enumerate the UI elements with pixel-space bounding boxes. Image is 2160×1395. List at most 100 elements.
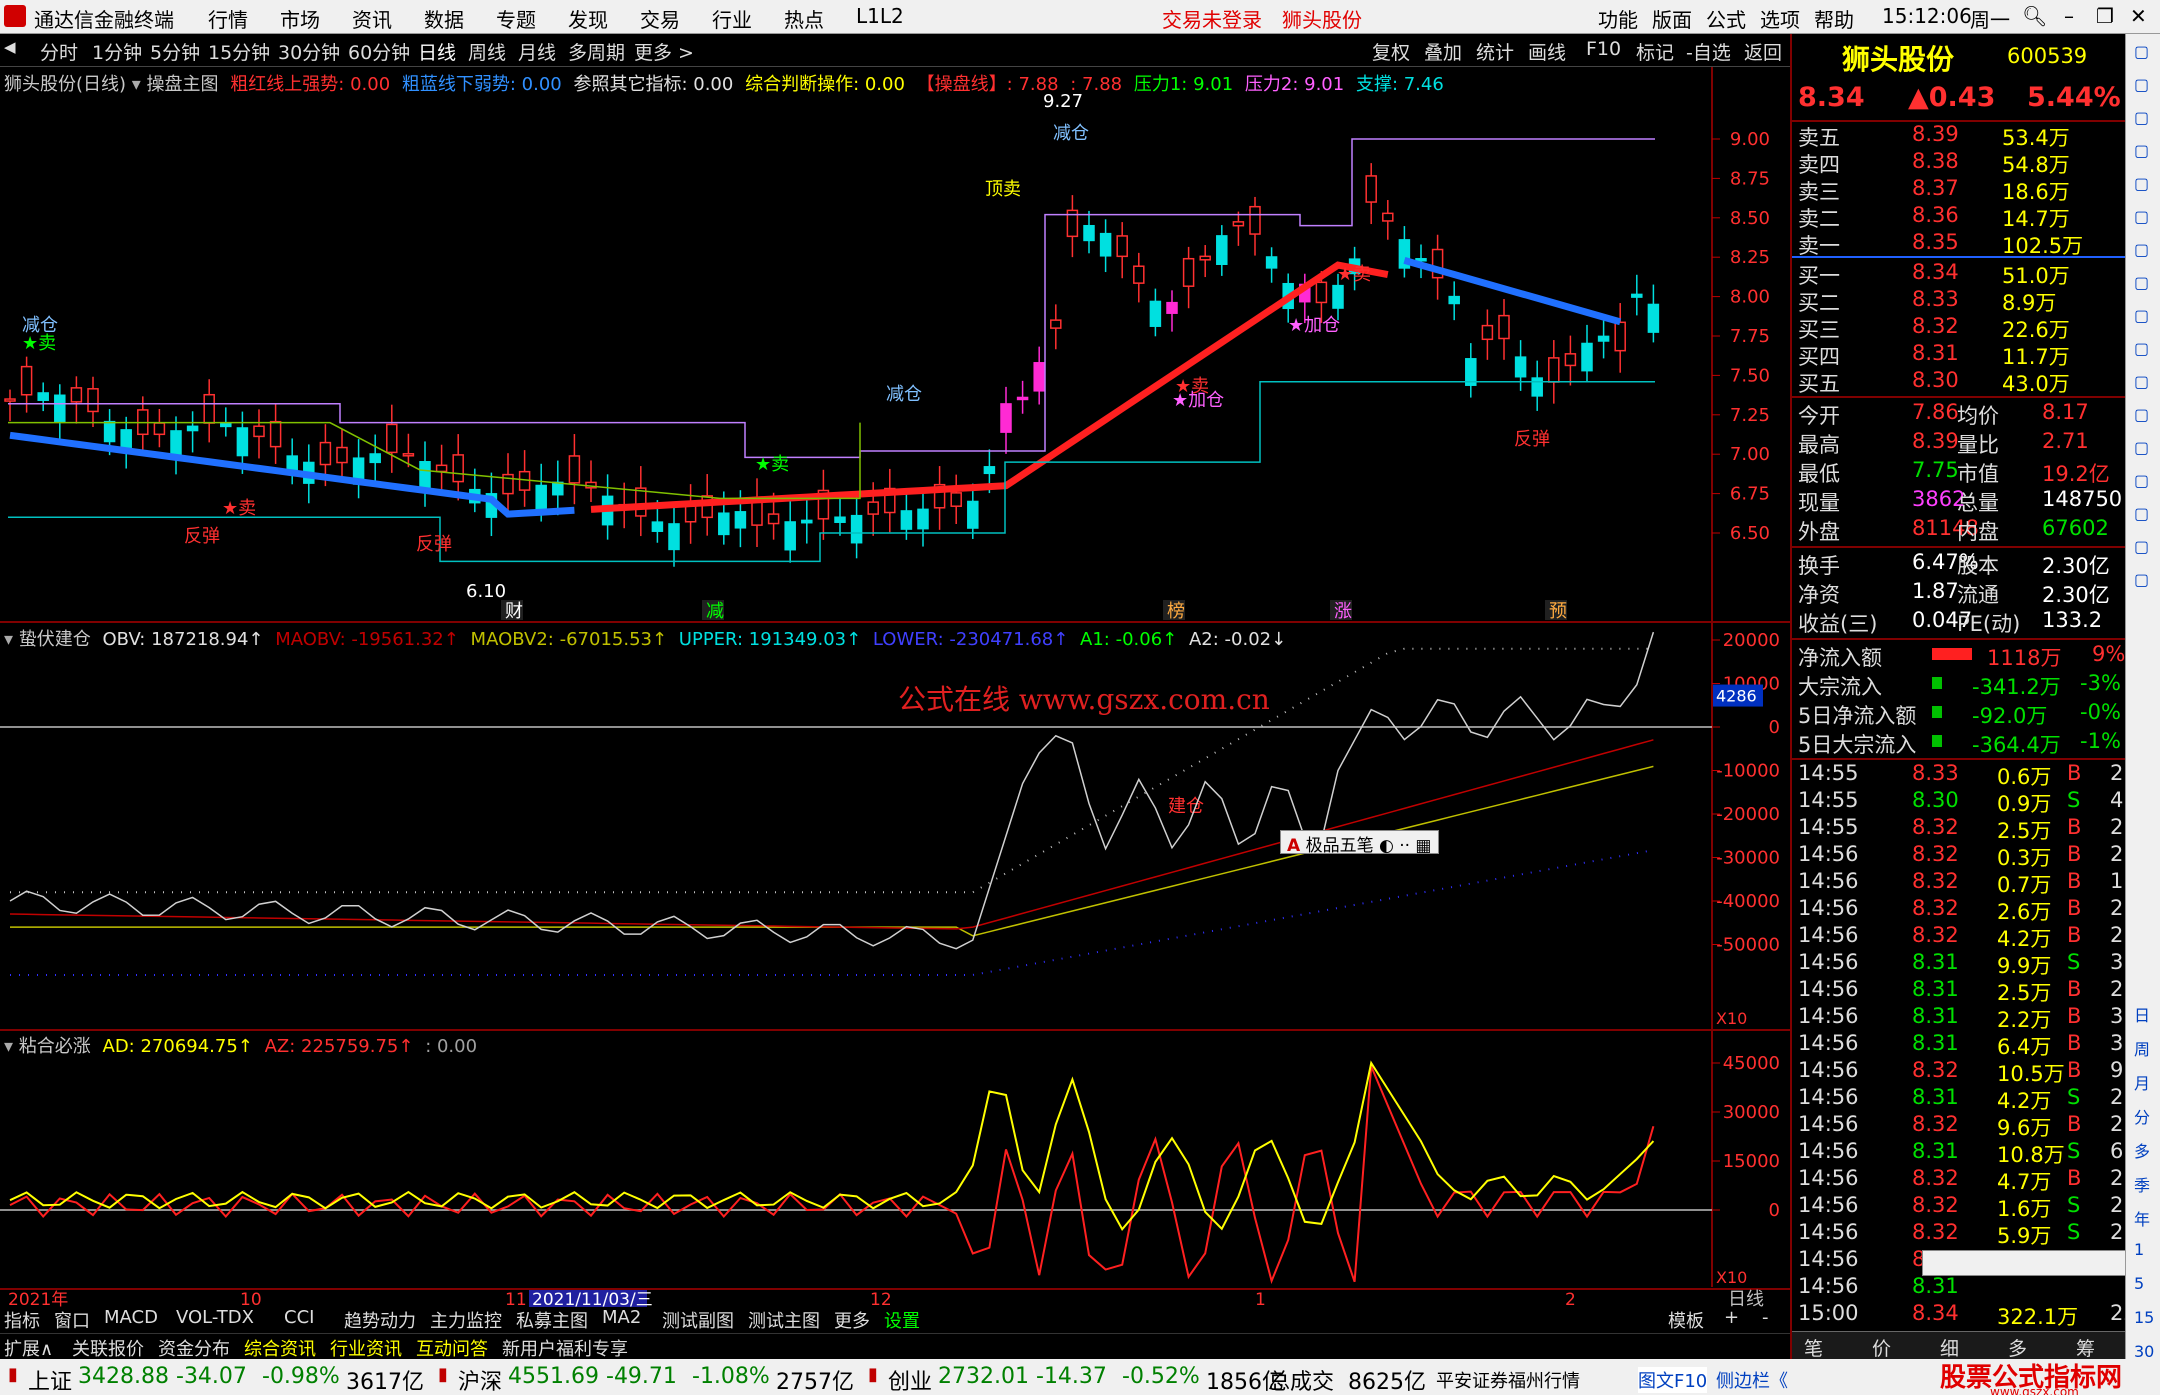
flow-row[interactable]: 5日净流入额 -92.0万 -0%: [1792, 700, 2127, 728]
tool-diejia[interactable]: 叠加: [1424, 38, 1462, 65]
info-tab[interactable]: 行业资讯: [330, 1335, 402, 1361]
chart-icon[interactable]: ▢: [2134, 141, 2149, 160]
menu-item-hangye[interactable]: 行业: [712, 4, 752, 33]
flow-row[interactable]: 5日大宗流入 -364.4万 -1%: [1792, 729, 2127, 757]
flow-row[interactable]: 大宗流入 -341.2万 -3%: [1792, 671, 2127, 699]
circle-icon[interactable]: ▢: [2134, 372, 2149, 391]
minimize-icon[interactable]: –: [2064, 4, 2074, 28]
panel-tab[interactable]: 笔: [1804, 1334, 1823, 1361]
indicator-tab[interactable]: 测试副图: [662, 1307, 734, 1333]
period-60min[interactable]: 60分钟: [348, 38, 410, 65]
indicator-tab[interactable]: VOL-TDX: [176, 1307, 254, 1328]
tool-fuquan[interactable]: 复权: [1372, 38, 1410, 65]
sidebar-period[interactable]: 年: [2134, 1206, 2150, 1230]
period-5min[interactable]: 5分钟: [150, 38, 200, 65]
close-icon[interactable]: ✕: [2130, 4, 2147, 28]
info-tab[interactable]: 新用户福利专享: [502, 1335, 628, 1361]
period-fenshi[interactable]: 分时: [40, 38, 78, 65]
menu-item-zhuanti[interactable]: 专题: [496, 4, 536, 33]
candle-icon[interactable]: ▢: [2134, 174, 2149, 193]
grid-icon[interactable]: ▢: [2134, 108, 2149, 127]
info-tab[interactable]: 互动问答: [416, 1335, 488, 1361]
login-status[interactable]: 交易未登录: [1162, 4, 1262, 33]
indicator-tab[interactable]: 窗口: [54, 1307, 90, 1333]
sidebar-period[interactable]: 多: [2134, 1138, 2150, 1162]
house-icon[interactable]: ▢: [2134, 75, 2149, 94]
sidebar-period[interactable]: 15: [2134, 1308, 2154, 1327]
ime-toolbar[interactable]: [1922, 1250, 2127, 1276]
tool-tongji[interactable]: 统计: [1476, 38, 1514, 65]
toolbar-arrow-icon[interactable]: ◀: [4, 38, 16, 56]
indicator-name[interactable]: 操盘主图: [147, 74, 219, 95]
pen-icon[interactable]: ▢: [2134, 504, 2149, 523]
info-tab[interactable]: 资金分布: [158, 1335, 230, 1361]
info-tab[interactable]: 综合资讯: [244, 1335, 316, 1361]
restore-icon[interactable]: ❐: [2096, 4, 2114, 28]
indicator-tab[interactable]: 测试主图: [748, 1307, 820, 1333]
obv-title[interactable]: 蛰伏建仓: [19, 629, 91, 650]
rsi-icon[interactable]: ▢: [2134, 405, 2149, 424]
sidebar-period[interactable]: 周: [2134, 1036, 2150, 1060]
f10-icon[interactable]: ▢: [2134, 240, 2149, 259]
move-icon[interactable]: ▢: [2134, 471, 2149, 490]
doc-icon[interactable]: ▢: [2134, 273, 2149, 292]
arrow-up-icon[interactable]: ▢: [2134, 42, 2149, 61]
menu-item-hangqing[interactable]: 行情: [208, 4, 248, 33]
period-week[interactable]: 周线: [468, 38, 506, 65]
menu-item-l1l2[interactable]: L1L2: [856, 4, 904, 28]
indicator-dropdown-icon[interactable]: ▾: [132, 74, 147, 95]
period-1min[interactable]: 1分钟: [92, 38, 142, 65]
indicator-tab[interactable]: 私募主图: [516, 1307, 588, 1333]
ad-dropdown-icon[interactable]: ▾: [4, 1036, 19, 1057]
indicator-tab[interactable]: 更多: [834, 1307, 870, 1333]
period-more[interactable]: 更多 >: [634, 38, 694, 65]
obv-dropdown-icon[interactable]: ▾: [4, 629, 19, 650]
menu-item-gongneng[interactable]: 功能: [1598, 4, 1638, 33]
indicator-tab[interactable]: 指标: [4, 1307, 40, 1333]
star-icon[interactable]: ▢: [2134, 438, 2149, 457]
menu-item-gongshi[interactable]: 公式: [1706, 4, 1746, 33]
list-icon[interactable]: ▢: [2134, 207, 2149, 226]
menu-item-shichang[interactable]: 市场: [280, 4, 320, 33]
period-30min[interactable]: 30分钟: [278, 38, 340, 65]
sidebar-toggle[interactable]: 侧边栏《: [1716, 1367, 1788, 1393]
tool-zixuan[interactable]: -自选: [1686, 38, 1731, 65]
indicator-tab[interactable]: CCI: [284, 1307, 314, 1328]
tool-biaoji[interactable]: 标记: [1636, 38, 1674, 65]
menu-item-banmian[interactable]: 版面: [1652, 4, 1692, 33]
indicator-tab[interactable]: 主力监控: [430, 1307, 502, 1333]
menu-item-redian[interactable]: 热点: [784, 4, 824, 33]
tool-f10[interactable]: F10: [1586, 38, 1621, 60]
period-multi[interactable]: 多周期: [568, 38, 625, 65]
period-day[interactable]: 日线: [418, 38, 456, 65]
period-month[interactable]: 月线: [518, 38, 556, 65]
sidebar-period[interactable]: 季: [2134, 1172, 2150, 1196]
plus-icon[interactable]: ▢: [2134, 570, 2149, 589]
template-tab[interactable]: +: [1724, 1307, 1739, 1328]
gear-icon[interactable]: ▢: [2134, 339, 2149, 358]
indicator-tab[interactable]: 趋势动力: [344, 1307, 416, 1333]
template-tab[interactable]: -: [1762, 1307, 1769, 1328]
sidebar-period[interactable]: 日: [2134, 1002, 2150, 1026]
panel-tab[interactable]: 价: [1872, 1334, 1891, 1361]
sidebar-period[interactable]: 月: [2134, 1070, 2150, 1094]
menu-item-faxian[interactable]: 发现: [568, 4, 608, 33]
period-15min[interactable]: 15分钟: [208, 38, 270, 65]
info-tab[interactable]: 关联报价: [72, 1335, 144, 1361]
sidebar-period[interactable]: 分: [2134, 1104, 2150, 1128]
menu-item-xuanxiang[interactable]: 选项: [1760, 4, 1800, 33]
sidebar-period[interactable]: 1: [2134, 1240, 2144, 1259]
menu-item-bangzhu[interactable]: 帮助: [1814, 4, 1854, 33]
info-icon[interactable]: ▢: [2134, 306, 2149, 325]
fs-icon[interactable]: ▢: [2134, 537, 2149, 556]
menu-item-jiaoyi[interactable]: 交易: [640, 4, 680, 33]
indicator-tab[interactable]: MA2: [602, 1307, 641, 1328]
indicator-tab[interactable]: 设置: [884, 1307, 920, 1333]
menu-item-zixun[interactable]: 资讯: [352, 4, 392, 33]
menu-item-shuju[interactable]: 数据: [424, 4, 464, 33]
kline-chart[interactable]: 9.00 8.75 8.50 8.25 8.00 7.75 7.50 7.25 7.00 6.75…: [0, 67, 1790, 1307]
ime-toolbar[interactable]: A 极品五笔 ◐ ·· ▦: [1280, 830, 1439, 856]
indicator-tab[interactable]: MACD: [104, 1307, 158, 1328]
tool-huaxian[interactable]: 画线: [1528, 38, 1566, 65]
template-tab[interactable]: 模板: [1668, 1307, 1704, 1333]
